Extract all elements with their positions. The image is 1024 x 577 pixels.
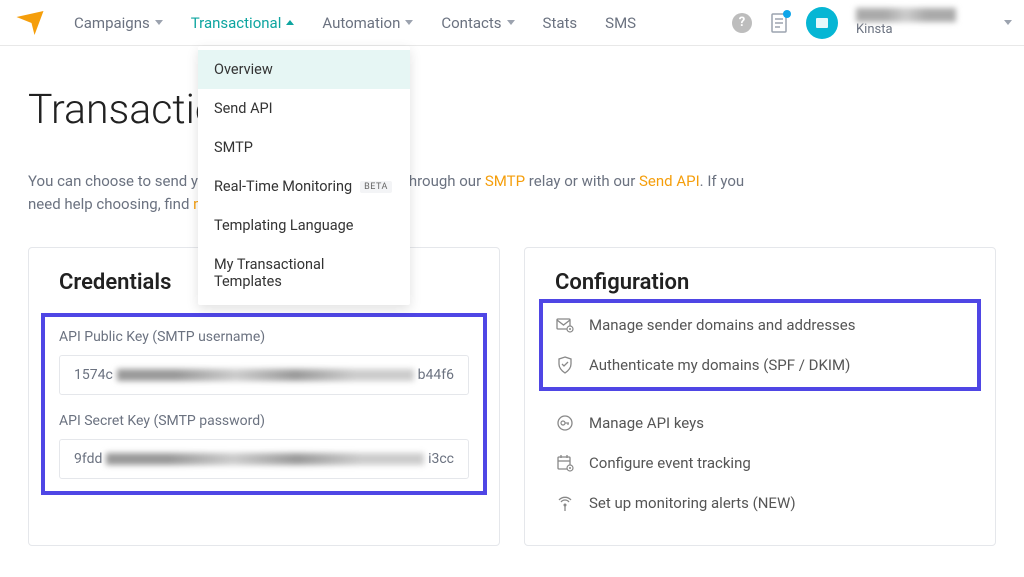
antenna-icon	[555, 493, 575, 513]
notifications-icon[interactable]	[770, 13, 788, 33]
dropdown-templating[interactable]: Templating Language	[198, 206, 410, 245]
configuration-title: Configuration	[555, 270, 965, 295]
config-label: Manage API keys	[589, 414, 704, 432]
nav-sms[interactable]: SMS	[597, 0, 644, 46]
dropdown-realtime[interactable]: Real-Time Monitoring BETA	[198, 167, 410, 206]
send-api-link[interactable]: Send API	[639, 172, 700, 190]
configuration-list: Manage sender domains and addresses Auth…	[555, 313, 965, 515]
config-monitoring-alerts[interactable]: Set up monitoring alerts (NEW)	[555, 491, 965, 515]
config-event-tracking[interactable]: Configure event tracking	[555, 451, 965, 475]
config-manage-domains[interactable]: Manage sender domains and addresses	[555, 313, 965, 337]
key-prefix: 9fdd	[74, 451, 102, 467]
dropdown-label: Overview	[214, 61, 273, 78]
key-suffix: b44f6	[418, 367, 454, 383]
credentials-highlight: API Public Key (SMTP username) 1574c b44…	[41, 313, 487, 495]
redacted-segment	[117, 369, 414, 381]
top-nav: Campaigns Transactional Automation Conta…	[0, 0, 1024, 46]
config-label: Authenticate my domains (SPF / DKIM)	[589, 356, 850, 374]
config-label: Set up monitoring alerts (NEW)	[589, 494, 796, 512]
secret-key-value[interactable]: 9fdd i3cc	[59, 439, 469, 479]
chevron-down-icon	[405, 20, 413, 25]
beta-badge: BETA	[360, 181, 392, 193]
key-prefix: 1574c	[74, 367, 113, 383]
config-api-keys[interactable]: Manage API keys	[555, 411, 965, 435]
nav-label: Transactional	[191, 14, 282, 32]
nav-label: Campaigns	[74, 14, 150, 32]
nav-label: Stats	[543, 14, 578, 32]
chevron-up-icon	[286, 20, 294, 25]
dropdown-smtp[interactable]: SMTP	[198, 128, 410, 167]
dropdown-label: My Transactional Templates	[214, 256, 394, 290]
user-org: Kinsta	[856, 22, 956, 38]
dropdown-overview[interactable]: Overview	[198, 50, 410, 89]
configuration-card: Configuration Manage sender domains and …	[524, 247, 996, 546]
email-gear-icon	[555, 315, 575, 335]
key-icon	[555, 413, 575, 433]
public-key-value[interactable]: 1574c b44f6	[59, 355, 469, 395]
help-icon[interactable]: ?	[732, 13, 752, 33]
nav-label: Automation	[322, 14, 400, 32]
avatar[interactable]	[806, 7, 838, 39]
nav-stats[interactable]: Stats	[535, 0, 586, 46]
smtp-link[interactable]: SMTP	[485, 172, 525, 190]
user-name	[856, 8, 956, 22]
paper-plane-icon	[15, 8, 45, 38]
public-key-label: API Public Key (SMTP username)	[59, 329, 469, 345]
chevron-down-icon[interactable]	[1004, 20, 1012, 25]
config-label: Manage sender domains and addresses	[589, 316, 856, 334]
nav-campaigns[interactable]: Campaigns	[66, 0, 171, 46]
dropdown-templates[interactable]: My Transactional Templates	[198, 245, 410, 301]
header-right: ? Kinsta	[732, 7, 1012, 39]
dropdown-label: SMTP	[214, 139, 253, 156]
nav-contacts[interactable]: Contacts	[433, 0, 522, 46]
cards-row: Credentials API Public Key (SMTP usernam…	[28, 247, 996, 546]
transactional-dropdown: Overview Send API SMTP Real-Time Monitor…	[198, 46, 410, 305]
secret-key-label: API Secret Key (SMTP password)	[59, 413, 469, 429]
notification-dot-icon	[783, 10, 791, 18]
redacted-segment	[106, 453, 424, 465]
nav-label: Contacts	[441, 14, 501, 32]
logo[interactable]	[12, 5, 48, 41]
intro-segment: relay or with our	[525, 172, 639, 190]
dropdown-label: Templating Language	[214, 217, 354, 234]
nav-transactional[interactable]: Transactional	[183, 0, 303, 46]
nav-automation[interactable]: Automation	[314, 0, 421, 46]
chevron-down-icon	[155, 20, 163, 25]
key-suffix: i3cc	[428, 451, 454, 467]
main-content: Transactional You can choose to send you…	[0, 46, 1024, 546]
dropdown-label: Send API	[214, 100, 273, 117]
config-authenticate[interactable]: Authenticate my domains (SPF / DKIM)	[555, 353, 965, 377]
page-title: Transactional	[28, 86, 996, 134]
user-menu[interactable]: Kinsta	[856, 8, 956, 38]
calendar-gear-icon	[555, 453, 575, 473]
dropdown-send-api[interactable]: Send API	[198, 89, 410, 128]
chevron-down-icon	[507, 20, 515, 25]
main-nav: Campaigns Transactional Automation Conta…	[66, 0, 732, 46]
configuration-highlight: Manage sender domains and addresses Auth…	[539, 299, 981, 391]
config-label: Configure event tracking	[589, 454, 751, 472]
dropdown-label: Real-Time Monitoring	[214, 178, 352, 195]
nav-label: SMS	[605, 14, 636, 32]
shield-icon	[555, 355, 575, 375]
